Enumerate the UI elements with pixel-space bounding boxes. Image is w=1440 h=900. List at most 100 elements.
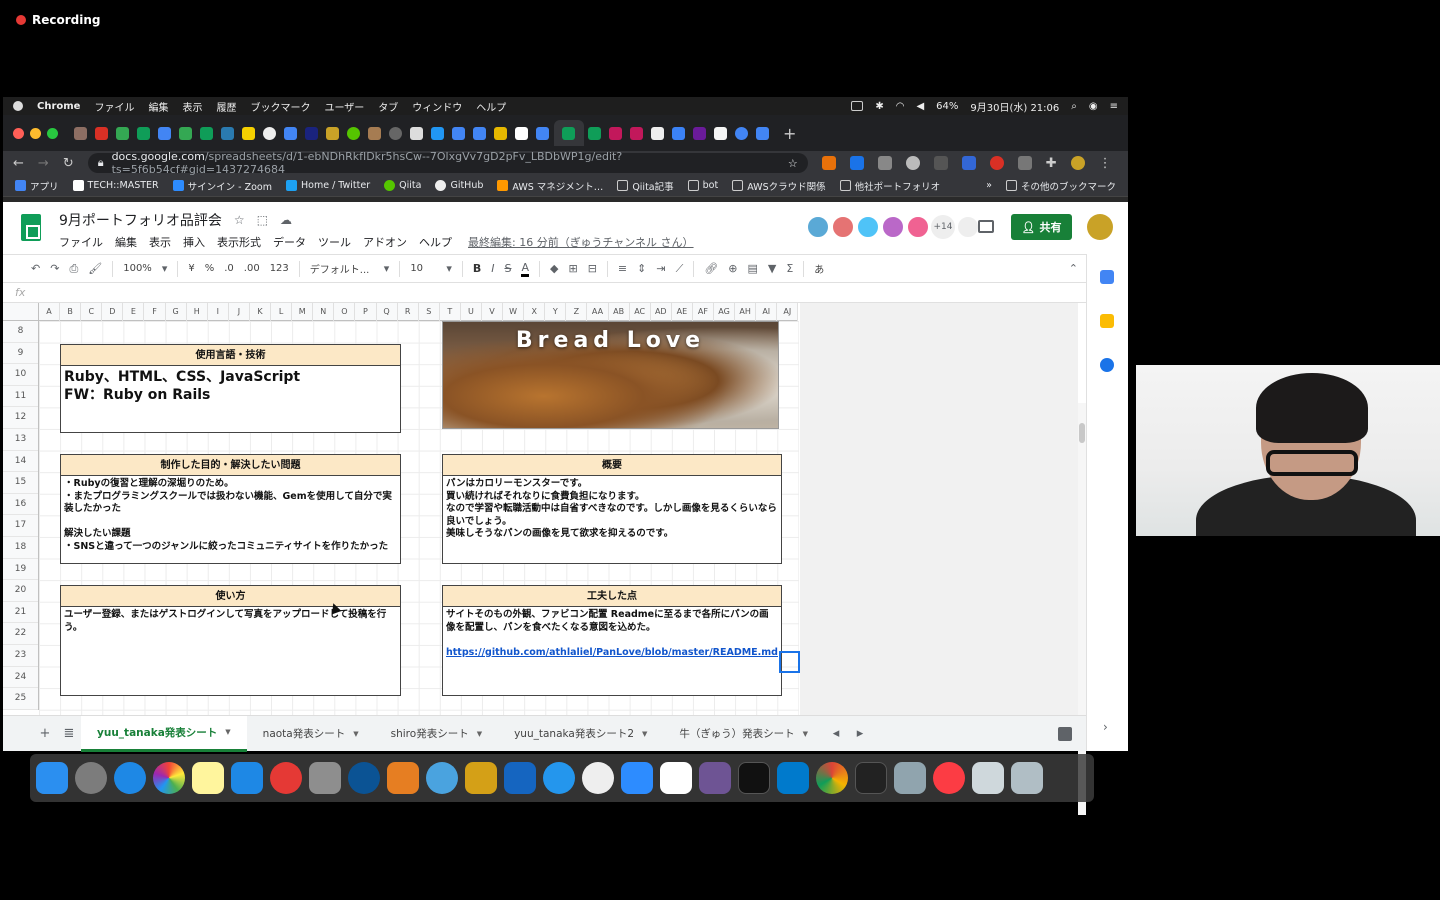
fill-color-icon[interactable]: ◆ xyxy=(550,262,558,275)
column-header[interactable]: C xyxy=(81,303,103,321)
forward-icon[interactable]: → xyxy=(38,156,49,171)
column-header[interactable]: J xyxy=(229,303,250,321)
sourcetree-icon[interactable] xyxy=(387,762,419,794)
column-header[interactable]: W xyxy=(503,303,525,321)
extension-icon[interactable] xyxy=(989,156,1004,170)
volume-icon[interactable]: ◀ xyxy=(916,101,924,112)
column-header[interactable]: H xyxy=(187,303,208,321)
insert-link-icon[interactable]: 🔗︎ xyxy=(704,262,718,275)
clock[interactable]: 9月30日(水) 21:06 xyxy=(970,99,1059,114)
github-desktop-icon[interactable] xyxy=(699,762,731,794)
bookmark-item[interactable]: Qiita xyxy=(384,180,421,191)
card-tech[interactable]: 使用言語・技術 Ruby、HTML、CSS、JavaScript FW：Ruby… xyxy=(60,344,401,433)
horizontal-align-icon[interactable]: ≡ xyxy=(618,262,627,275)
selected-cell[interactable] xyxy=(779,651,800,673)
row-header[interactable]: 12 xyxy=(3,407,38,429)
row-header[interactable]: 18 xyxy=(3,537,38,559)
column-header[interactable]: AD xyxy=(651,303,672,321)
vscode-icon[interactable] xyxy=(777,762,809,794)
column-header[interactable]: AC xyxy=(630,303,651,321)
new-tab-button[interactable]: + xyxy=(783,124,796,143)
font-size-select[interactable]: 10 xyxy=(410,263,436,274)
column-header[interactable]: Q xyxy=(377,303,398,321)
cloud-status-icon[interactable]: ☁ xyxy=(280,213,292,227)
trello-icon[interactable] xyxy=(504,762,536,794)
avatar[interactable] xyxy=(831,215,855,239)
bookmark-folder[interactable]: bot xyxy=(687,180,718,191)
card-overview[interactable]: 概要 パンはカロリーモンスターです。 買い続ければそれなりに食費負担になります。… xyxy=(442,454,782,564)
trash-icon[interactable] xyxy=(1011,762,1043,794)
doc-menu-item[interactable]: データ xyxy=(273,234,306,250)
column-header[interactable]: D xyxy=(102,303,124,321)
row-header[interactable]: 14 xyxy=(3,451,38,473)
activity-monitor-icon[interactable] xyxy=(855,762,887,794)
decrease-decimal-button[interactable]: .0 xyxy=(224,263,234,274)
menu-item[interactable]: 編集 xyxy=(148,99,168,114)
doc-menu-item[interactable]: 編集 xyxy=(115,234,137,250)
column-header[interactable]: O xyxy=(334,303,356,321)
readme-link[interactable]: https://github.com/athlaliel/PanLove/blo… xyxy=(446,647,778,658)
browser-tab[interactable] xyxy=(71,120,91,146)
menu-item[interactable]: 表示 xyxy=(182,99,202,114)
close-window-button[interactable] xyxy=(13,127,24,139)
app-store-icon[interactable] xyxy=(231,762,263,794)
row-header[interactable]: 11 xyxy=(3,386,38,408)
column-header[interactable]: P xyxy=(355,303,377,321)
system-preferences-icon[interactable] xyxy=(309,762,341,794)
row-header[interactable]: 16 xyxy=(3,494,38,516)
browser-tab[interactable] xyxy=(470,120,490,146)
avatar[interactable] xyxy=(881,215,905,239)
photos-icon[interactable] xyxy=(153,762,185,794)
chevron-right-icon[interactable]: › xyxy=(1103,720,1108,734)
strikethrough-icon[interactable]: S xyxy=(504,262,511,275)
menu-item[interactable]: ユーザー xyxy=(324,99,364,114)
merge-cells-icon[interactable]: ⊟ xyxy=(588,262,597,275)
column-header[interactable]: X xyxy=(524,303,546,321)
browser-tab[interactable] xyxy=(690,120,710,146)
spotlight-icon[interactable]: ⌕ xyxy=(1071,101,1077,112)
sheet-tab[interactable]: shiro発表シート ▼ xyxy=(375,716,498,752)
battery-percent[interactable]: 64% xyxy=(936,101,958,112)
column-header[interactable]: N xyxy=(313,303,335,321)
menu-item[interactable]: ヘルプ xyxy=(476,99,506,114)
paint-format-icon[interactable]: 🖌︎ xyxy=(88,262,102,275)
column-header[interactable]: R xyxy=(398,303,419,321)
browser-tab[interactable] xyxy=(176,120,196,146)
launchpad-icon[interactable] xyxy=(75,762,107,794)
safari-icon[interactable] xyxy=(114,762,146,794)
column-header[interactable]: T xyxy=(440,303,461,321)
database-icon[interactable] xyxy=(465,762,497,794)
sheet-tab[interactable]: 牛（ぎゅう）発表シート ▼ xyxy=(663,716,824,752)
bluetooth-icon[interactable]: ✱ xyxy=(875,101,883,112)
browser-tab[interactable] xyxy=(533,120,553,146)
apple-icon[interactable] xyxy=(13,101,23,111)
column-header[interactable]: A xyxy=(39,303,61,321)
menu-item[interactable]: ウィンドウ xyxy=(412,99,462,114)
column-header[interactable]: B xyxy=(60,303,82,321)
chevron-down-icon[interactable]: ▾ xyxy=(384,262,390,275)
account-avatar[interactable] xyxy=(1087,214,1113,240)
doc-menu-item[interactable]: 挿入 xyxy=(183,234,205,250)
browser-tab[interactable] xyxy=(344,120,364,146)
input-tools-button[interactable]: あ xyxy=(814,261,824,276)
browser-tab[interactable] xyxy=(606,120,626,146)
column-header[interactable]: AB xyxy=(609,303,630,321)
chrome-icon[interactable] xyxy=(816,762,848,794)
bookmarks-overflow-button[interactable]: » xyxy=(986,180,992,191)
control-center-icon[interactable]: ≡ xyxy=(1110,101,1118,112)
app-icon[interactable] xyxy=(582,762,614,794)
browser-tab[interactable] xyxy=(302,120,322,146)
browser-tab[interactable] xyxy=(732,120,752,146)
doc-menu-item[interactable]: ツール xyxy=(318,234,351,250)
sheets-logo-icon[interactable] xyxy=(21,214,41,241)
browser-tab[interactable] xyxy=(512,120,532,146)
docker-icon[interactable] xyxy=(543,762,575,794)
terminal-icon[interactable] xyxy=(738,762,770,794)
borders-icon[interactable]: ⊞ xyxy=(568,262,577,275)
column-header[interactable]: AI xyxy=(756,303,778,321)
doc-menu-item[interactable]: アドオン xyxy=(363,234,407,250)
wifi-icon[interactable]: ◠ xyxy=(896,101,905,112)
last-edit-link[interactable]: 最終編集: 16 分前（ぎゅうチャンネル さん） xyxy=(468,234,694,250)
chrome-menu-icon[interactable]: ⋮ xyxy=(1099,156,1112,171)
caret-down-icon[interactable]: ▼ xyxy=(803,730,808,738)
